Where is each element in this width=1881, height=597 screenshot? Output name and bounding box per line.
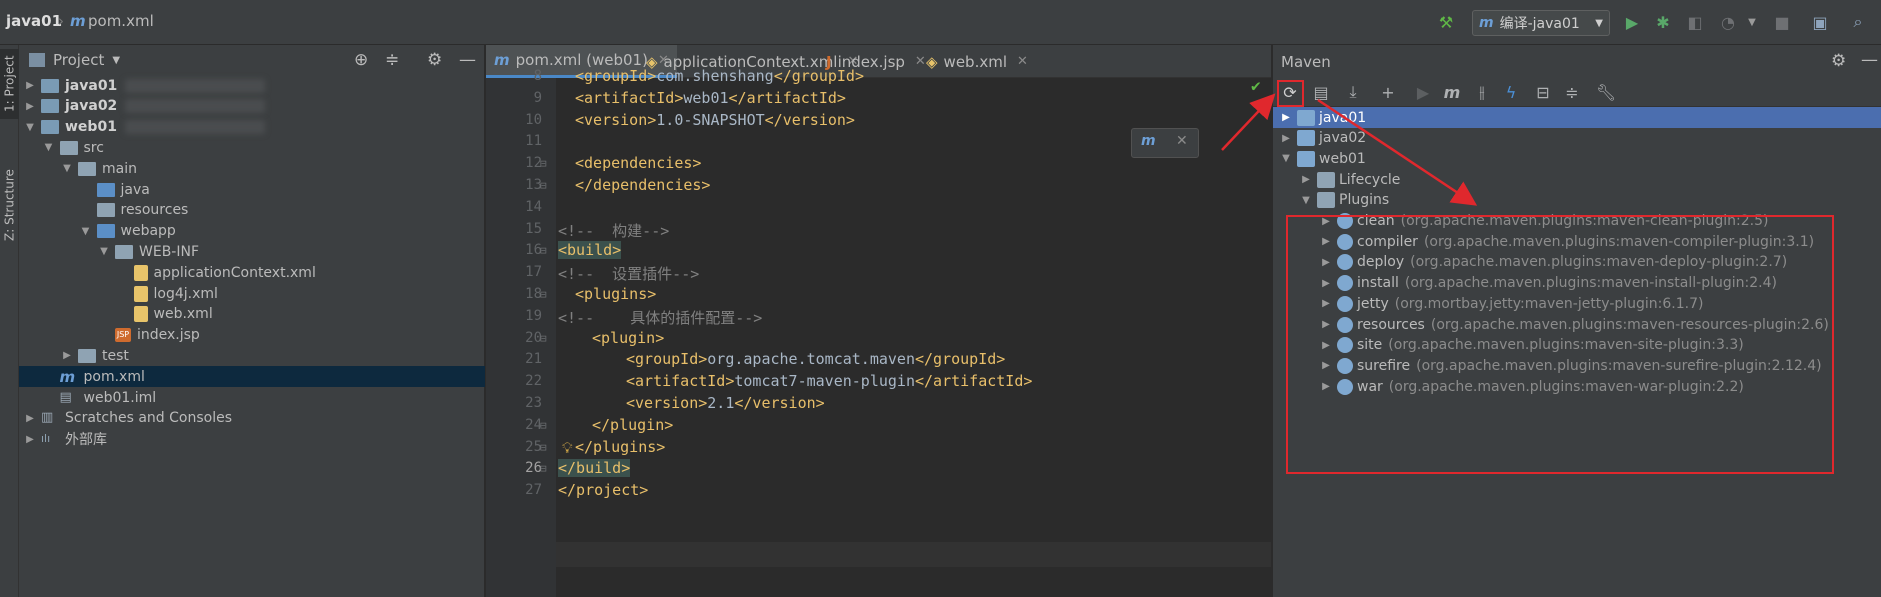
- annotation-arrow-to-reload: [1221, 93, 1276, 151]
- annotation-arrows: [1221, 93, 1478, 206]
- annotation-arrow-to-plugins: [1317, 98, 1478, 206]
